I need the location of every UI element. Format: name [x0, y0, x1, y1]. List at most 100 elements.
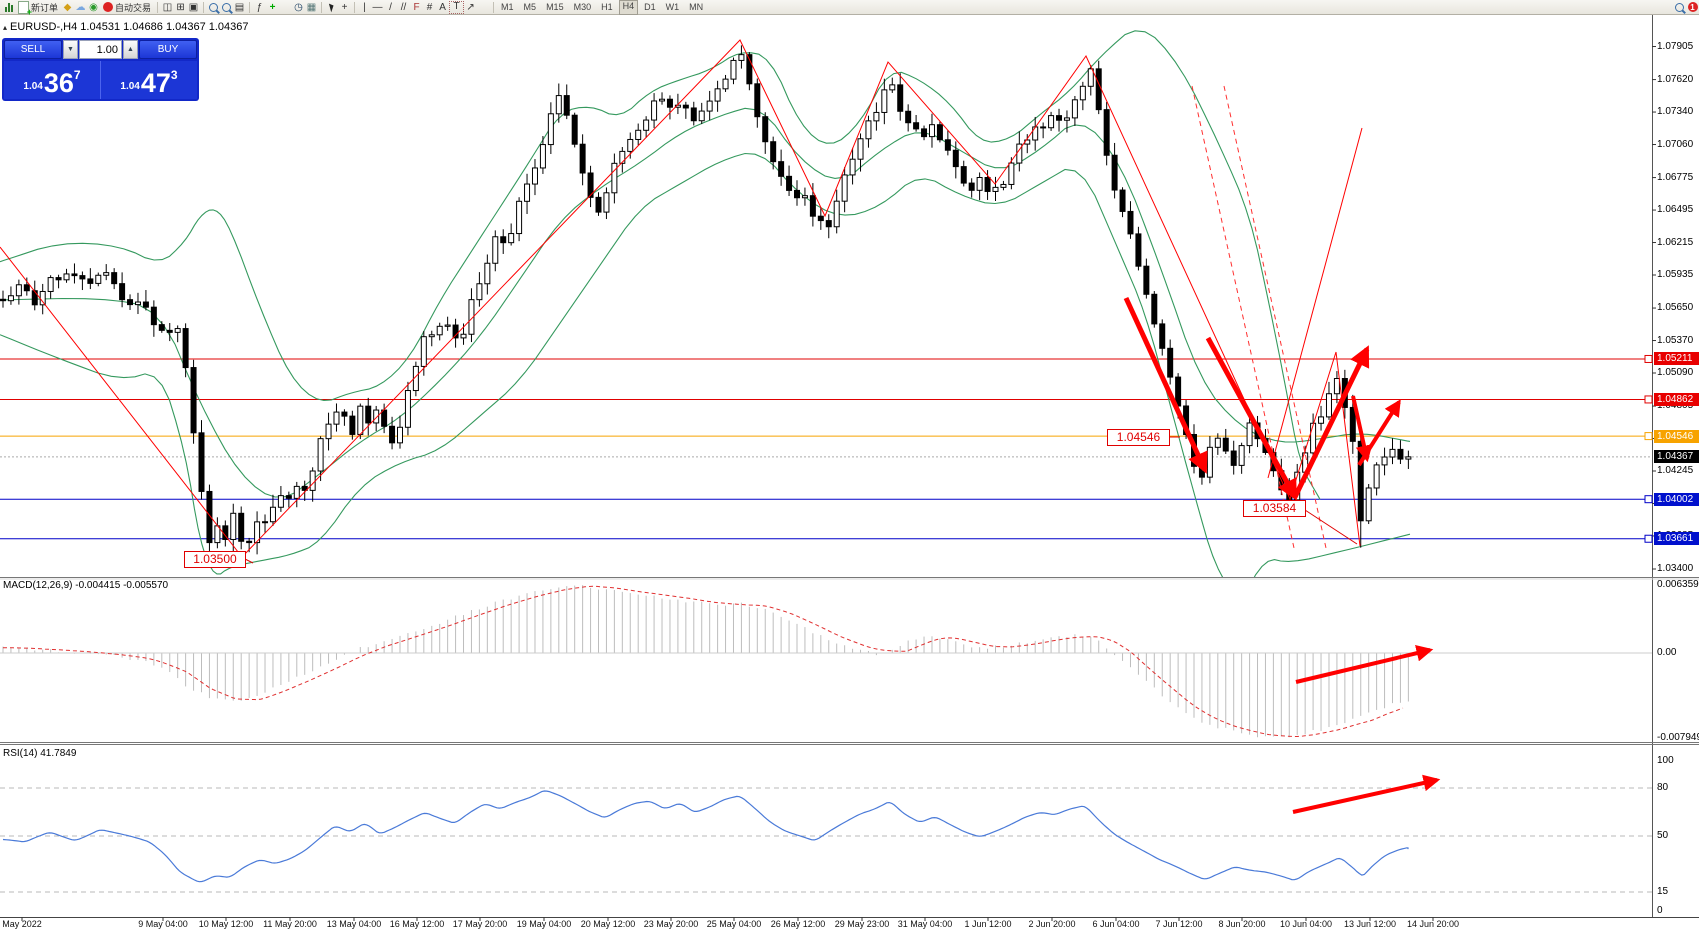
eraser-icon[interactable]: ◆ [61, 1, 74, 14]
price-tick-label: 1.05935 [1657, 269, 1693, 280]
buy-button[interactable]: BUY [139, 40, 197, 59]
template-icon[interactable]: ▦ [305, 1, 318, 14]
dropdown-icon[interactable] [279, 1, 292, 14]
fibonacci-icon[interactable]: F [410, 1, 423, 14]
toolbar-separator [203, 2, 204, 13]
timeframe-M30[interactable]: M30 [570, 1, 596, 14]
price-callout-1.03584[interactable]: 1.03584 [1243, 500, 1306, 517]
timeframe-M15[interactable]: M15 [542, 1, 568, 14]
cascade-windows-icon[interactable]: ▣ [187, 1, 200, 14]
period-clock-icon[interactable]: ◷ [292, 1, 305, 14]
bollinger-middle [0, 108, 1410, 497]
price-callout-1.04546[interactable]: 1.04546 [1107, 429, 1170, 446]
timeframe-bar: M1M5M15M30H1H4D1W1MN [497, 0, 707, 15]
time-axis-label: 20 May 12:00 [581, 919, 636, 929]
chart-title-text: EURUSD-,H4 1.04531 1.04686 1.04367 1.043… [10, 21, 249, 33]
main-toolbar: 新订单 ◆ ☁ ◉ 自动交易 ◫ ⊞ ▣ ▤ ƒ + ◷ ▦ + | — / /… [0, 0, 1699, 15]
time-axis-label: 26 May 12:00 [771, 919, 826, 929]
vertical-line-icon[interactable]: | [358, 1, 371, 14]
time-axis-label: 8 Jun 20:00 [1218, 919, 1265, 929]
macd-tick-label: 0.006359 [1657, 579, 1699, 590]
trendline-icon[interactable]: / [384, 1, 397, 14]
rsi-tick-label: 15 [1657, 886, 1668, 897]
timeframe-H1[interactable]: H1 [597, 1, 617, 14]
price-badge-1.04862: 1.04862 [1654, 393, 1699, 406]
text-icon[interactable]: A [436, 1, 449, 14]
price-tick-label: 1.05370 [1657, 335, 1693, 346]
sell-price-display[interactable]: 1.04 36 7 [4, 61, 101, 99]
horizontal-line-icon[interactable]: — [371, 1, 384, 14]
tile-windows-icon[interactable]: ◫ [161, 1, 174, 14]
new-order-button[interactable]: 新订单 [15, 1, 61, 14]
dropdown-icon[interactable] [477, 1, 490, 14]
toolbar-separator [354, 2, 355, 13]
arrows-tool-icon[interactable]: ↗ [464, 1, 477, 14]
zoom-out-icon[interactable] [220, 1, 233, 14]
time-axis-label: 2 Jun 20:00 [1028, 919, 1075, 929]
timeframe-H4[interactable]: H4 [619, 0, 639, 15]
cloud-icon[interactable]: ☁ [74, 1, 87, 14]
chart-window-icon[interactable] [2, 1, 15, 14]
auto-trading-button[interactable]: 自动交易 [100, 1, 154, 14]
crosshair-icon[interactable]: + [338, 1, 351, 14]
data-window-icon[interactable]: ▤ [233, 1, 246, 14]
volume-input[interactable] [79, 40, 122, 59]
channel-icon[interactable]: // [397, 1, 410, 14]
sell-price-sup: 7 [74, 68, 81, 82]
add-indicator-icon[interactable]: + [266, 1, 279, 14]
rsi-tick-label: 80 [1657, 782, 1668, 793]
timeframe-M5[interactable]: M5 [520, 1, 541, 14]
price-callout-1.03500[interactable]: 1.03500 [184, 551, 246, 568]
notification-icon[interactable]: 1 [1686, 1, 1699, 14]
search-icon[interactable] [1673, 1, 1686, 14]
timeframe-D1[interactable]: D1 [640, 1, 660, 14]
new-order-label: 新订单 [31, 1, 58, 14]
price-tick-label: 1.06775 [1657, 172, 1693, 183]
volume-up-button[interactable]: ▲ [123, 40, 138, 59]
price-tick-label: 1.06215 [1657, 237, 1693, 248]
level-anchor-square [1645, 535, 1652, 542]
chart-canvas[interactable] [0, 0, 1699, 932]
price-tick-label: 1.07905 [1657, 41, 1693, 52]
price-badge-1.04546: 1.04546 [1654, 430, 1699, 443]
zoom-in-icon[interactable] [207, 1, 220, 14]
time-axis-label: 14 Jun 20:00 [1407, 919, 1459, 929]
cursor-icon[interactable] [325, 1, 338, 14]
macd-tick-label: -0.007949 [1657, 732, 1699, 743]
timeframe-MN[interactable]: MN [685, 1, 707, 14]
level-anchor-square [1645, 396, 1652, 403]
analysis-arrow [1208, 338, 1295, 497]
price-tick-label: 1.07060 [1657, 139, 1693, 150]
tile-grid-icon[interactable]: ⊞ [174, 1, 187, 14]
rsi-tick-label: 50 [1657, 830, 1668, 841]
time-axis-label: 7 Jun 12:00 [1155, 919, 1202, 929]
rsi-panel [0, 780, 1652, 892]
rsi-tick-label: 0 [1657, 905, 1663, 916]
toolbar-separator [321, 2, 322, 13]
buy-price-sup: 3 [171, 68, 178, 82]
time-axis-label: 13 Jun 12:00 [1344, 919, 1396, 929]
level-anchor-square [1645, 433, 1652, 440]
price-tick-label: 1.06495 [1657, 204, 1693, 215]
time-axis-label: 25 May 04:00 [707, 919, 762, 929]
current-price-badge: 1.04367 [1654, 450, 1699, 463]
sell-button[interactable]: SELL [4, 40, 62, 59]
collapse-icon[interactable]: ▴ [3, 23, 7, 32]
macd-arrow [1296, 650, 1430, 682]
sell-price-prefix: 1.04 [23, 81, 42, 92]
rsi-arrow [1293, 780, 1437, 812]
level-anchor-square [1645, 355, 1652, 362]
auto-trading-label: 自动交易 [115, 1, 151, 14]
buy-price-prefix: 1.04 [120, 81, 139, 92]
grid-icon[interactable]: # [423, 1, 436, 14]
timeframe-W1[interactable]: W1 [662, 1, 684, 14]
text-label-icon[interactable]: T [449, 1, 464, 14]
main-chart-panel [0, 31, 1652, 594]
time-axis-label: May 2022 [2, 919, 42, 929]
volume-down-button[interactable]: ▼ [63, 40, 78, 59]
buy-price-display[interactable]: 1.04 47 3 [101, 61, 197, 99]
indicator-list-icon[interactable]: ƒ [253, 1, 266, 14]
time-axis-label: 29 May 23:00 [835, 919, 890, 929]
signal-icon[interactable]: ◉ [87, 1, 100, 14]
timeframe-M1[interactable]: M1 [497, 1, 518, 14]
